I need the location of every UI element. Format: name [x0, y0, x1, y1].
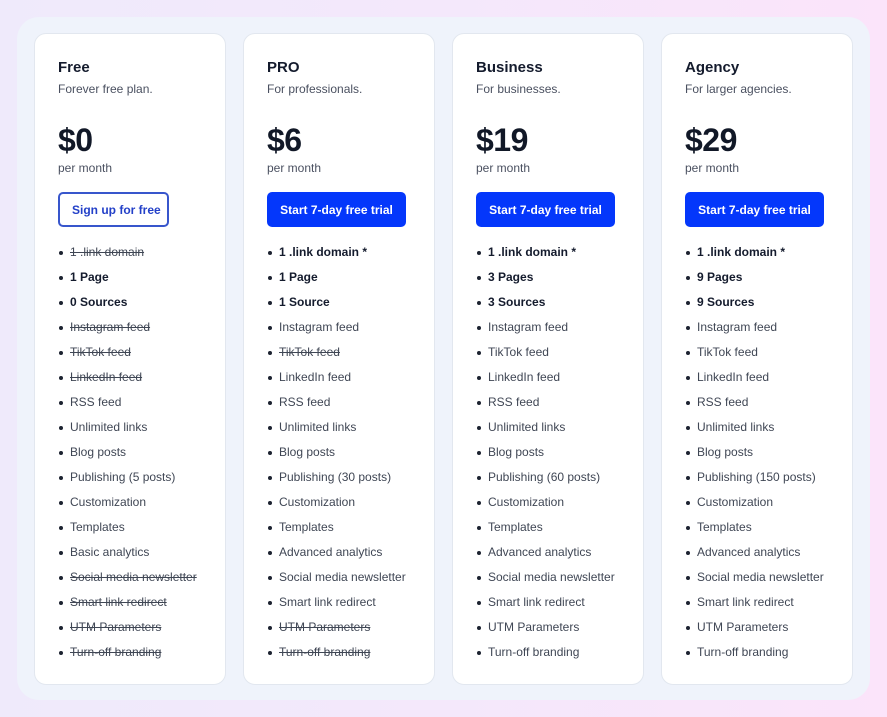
plan-name: Free: [58, 59, 90, 76]
feature-item: Templates: [58, 516, 197, 541]
feature-list: 1 .link domain 1 Page 0 Sources Instagram f…: [58, 241, 197, 666]
feature-item-unavailable: 1 .link domain: [58, 241, 197, 266]
plan-description: For businesses.: [476, 82, 561, 96]
start-trial-button-pro[interactable]: Start 7-day free trial: [267, 192, 406, 227]
feature-item-unavailable: UTM Parameters: [267, 616, 406, 641]
plan-card-agency: Agency For larger agencies. $29 per mont…: [661, 33, 853, 685]
feature-item: Customization: [58, 491, 197, 516]
plan-card-business: Business For businesses. $19 per month S…: [452, 33, 644, 685]
feature-item-unavailable: TikTok feed: [267, 341, 406, 366]
feature-item: Instagram feed: [685, 316, 824, 341]
start-trial-button-business[interactable]: Start 7-day free trial: [476, 192, 615, 227]
feature-item: Blog posts: [267, 441, 406, 466]
feature-item: Publishing (5 posts): [58, 466, 197, 491]
feature-item: 1 Page: [58, 266, 197, 291]
feature-item: 1 Source: [267, 291, 406, 316]
plan-name: PRO: [267, 59, 300, 76]
feature-item: Advanced analytics: [685, 541, 824, 566]
feature-item: LinkedIn feed: [267, 366, 406, 391]
feature-item-unavailable: UTM Parameters: [58, 616, 197, 641]
plan-price: $19: [476, 122, 528, 158]
feature-item: 1 .link domain *: [476, 241, 615, 266]
feature-item: Blog posts: [685, 441, 824, 466]
feature-item-unavailable: Instagram feed: [58, 316, 197, 341]
feature-item-unavailable: Turn-off branding: [58, 641, 197, 666]
plan-name: Agency: [685, 59, 740, 76]
plan-period: per month: [685, 161, 740, 175]
feature-item-unavailable: LinkedIn feed: [58, 366, 197, 391]
plan-price: $6: [267, 122, 302, 158]
feature-item: Advanced analytics: [476, 541, 615, 566]
feature-item: Blog posts: [58, 441, 197, 466]
feature-item-unavailable: TikTok feed: [58, 341, 197, 366]
feature-item: RSS feed: [267, 391, 406, 416]
feature-item: Instagram feed: [476, 316, 615, 341]
feature-item: Social media newsletter: [267, 566, 406, 591]
feature-item: Unlimited links: [58, 416, 197, 441]
feature-item: LinkedIn feed: [476, 366, 615, 391]
feature-item: TikTok feed: [685, 341, 824, 366]
feature-item: UTM Parameters: [685, 616, 824, 641]
feature-item: Turn-off branding: [685, 641, 824, 666]
feature-item: 9 Pages: [685, 266, 824, 291]
feature-item: Basic analytics: [58, 541, 197, 566]
feature-item: Customization: [476, 491, 615, 516]
plan-price: $0: [58, 122, 93, 158]
plan-card-free: Free Forever free plan. $0 per month Sig…: [34, 33, 226, 685]
plan-card-pro: PRO For professionals. $6 per month Star…: [243, 33, 435, 685]
feature-item: Publishing (60 posts): [476, 466, 615, 491]
feature-item: Unlimited links: [267, 416, 406, 441]
feature-item: Templates: [685, 516, 824, 541]
plan-description: For larger agencies.: [685, 82, 792, 96]
feature-item: 1 Page: [267, 266, 406, 291]
feature-item: Social media newsletter: [476, 566, 615, 591]
feature-item: Publishing (150 posts): [685, 466, 824, 491]
feature-item: 1 .link domain *: [267, 241, 406, 266]
feature-item: TikTok feed: [476, 341, 615, 366]
feature-item-unavailable: Smart link redirect: [58, 591, 197, 616]
feature-item: Unlimited links: [685, 416, 824, 441]
feature-item: Turn-off branding: [476, 641, 615, 666]
feature-item: LinkedIn feed: [685, 366, 824, 391]
feature-item: Smart link redirect: [685, 591, 824, 616]
feature-item: 3 Sources: [476, 291, 615, 316]
feature-item: Smart link redirect: [476, 591, 615, 616]
feature-item: 1 .link domain *: [685, 241, 824, 266]
feature-item: Advanced analytics: [267, 541, 406, 566]
feature-list: 1 .link domain * 9 Pages 9 Sources Instagra…: [685, 241, 824, 666]
feature-item: 9 Sources: [685, 291, 824, 316]
feature-item: Blog posts: [476, 441, 615, 466]
feature-item: UTM Parameters: [476, 616, 615, 641]
feature-item: 3 Pages: [476, 266, 615, 291]
feature-item: Customization: [267, 491, 406, 516]
plan-description: Forever free plan.: [58, 82, 153, 96]
feature-item: Social media newsletter: [685, 566, 824, 591]
feature-list: 1 .link domain * 1 Page 1 Source Instagram …: [267, 241, 406, 666]
feature-item: 0 Sources: [58, 291, 197, 316]
plan-period: per month: [476, 161, 531, 175]
feature-item: Publishing (30 posts): [267, 466, 406, 491]
feature-list: 1 .link domain * 3 Pages 3 Sources Instagra…: [476, 241, 615, 666]
sign-up-free-button[interactable]: Sign up for free: [58, 192, 169, 227]
feature-item: RSS feed: [685, 391, 824, 416]
plan-period: per month: [58, 161, 113, 175]
feature-item-unavailable: Turn-off branding: [267, 641, 406, 666]
start-trial-button-agency[interactable]: Start 7-day free trial: [685, 192, 824, 227]
feature-item: Templates: [476, 516, 615, 541]
feature-item-unavailable: Social media newsletter: [58, 566, 197, 591]
plan-price: $29: [685, 122, 737, 158]
feature-item: Instagram feed: [267, 316, 406, 341]
feature-item: Unlimited links: [476, 416, 615, 441]
feature-item: Customization: [685, 491, 824, 516]
feature-item: Templates: [267, 516, 406, 541]
feature-item: Smart link redirect: [267, 591, 406, 616]
plan-name: Business: [476, 59, 543, 76]
plan-description: For professionals.: [267, 82, 363, 96]
pricing-panel: Free Forever free plan. $0 per month Sig…: [17, 17, 870, 700]
plan-period: per month: [267, 161, 322, 175]
feature-item: RSS feed: [58, 391, 197, 416]
feature-item: RSS feed: [476, 391, 615, 416]
